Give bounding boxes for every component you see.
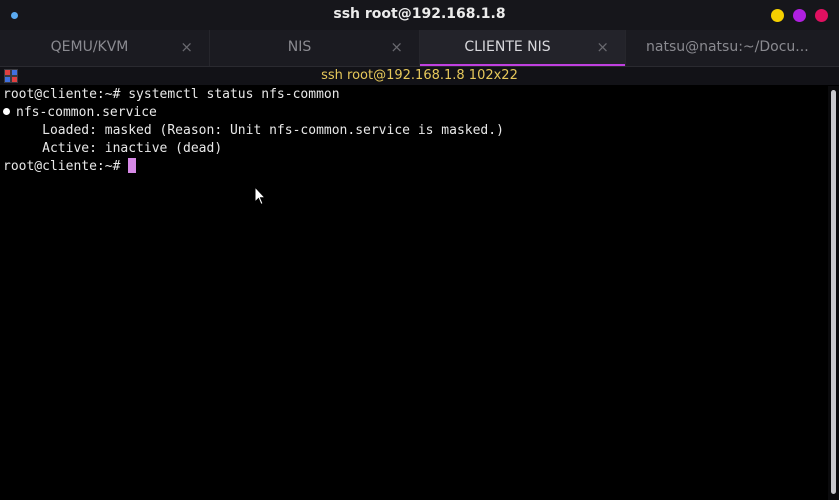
terminal-header: ssh root@192.168.1.8 102x22 — [0, 67, 839, 85]
tab-close-icon[interactable]: × — [596, 38, 609, 56]
tab-nis[interactable]: NIS × — [210, 30, 420, 66]
service-name: nfs-common.service — [16, 105, 157, 120]
tab-bar: QEMU/KVM × NIS × CLIENTE NIS × natsu@nat… — [0, 30, 839, 67]
tab-label: NIS — [287, 39, 312, 55]
tab-close-icon[interactable]: × — [180, 38, 193, 56]
prompt-text: root@cliente:~# — [3, 159, 121, 174]
scrollbar-thumb[interactable] — [831, 90, 836, 494]
close-button[interactable] — [815, 9, 828, 22]
tab-label: QEMU/KVM — [50, 39, 129, 55]
terminal-line-prompt: root@cliente:~# — [3, 158, 137, 176]
terminal-line-active: Active: inactive (dead) — [3, 141, 223, 156]
tab-cliente-nis[interactable]: CLIENTE NIS × — [420, 30, 626, 66]
terminal-line-service: nfs-common.service — [3, 104, 157, 122]
tab-qemu-kvm[interactable]: QEMU/KVM × — [0, 30, 210, 66]
text-cursor — [128, 158, 137, 173]
minimize-button[interactable] — [771, 9, 784, 22]
tab-natsu-documents[interactable]: natsu@natsu:~/Docu... — [626, 30, 839, 66]
status-dot-icon — [3, 108, 10, 115]
active-tab-indicator — [420, 64, 625, 66]
tab-label: CLIENTE NIS — [464, 39, 551, 55]
terminal-output[interactable]: root@cliente:~# systemctl status nfs-com… — [0, 86, 828, 500]
window-title: ssh root@192.168.1.8 — [333, 6, 506, 22]
terminal-title: ssh root@192.168.1.8 102x22 — [321, 68, 518, 83]
tab-label: natsu@natsu:~/Docu... — [646, 39, 809, 55]
terminal-line-command: root@cliente:~# systemctl status nfs-com… — [3, 87, 340, 102]
terminal-scrollbar[interactable] — [828, 86, 839, 500]
terminal-line-loaded: Loaded: masked (Reason: Unit nfs-common.… — [3, 123, 504, 138]
tab-close-icon[interactable]: × — [390, 38, 403, 56]
window-titlebar[interactable]: ssh root@192.168.1.8 — [0, 0, 839, 30]
maximize-button[interactable] — [793, 9, 806, 22]
mouse-pointer-icon — [254, 186, 266, 206]
